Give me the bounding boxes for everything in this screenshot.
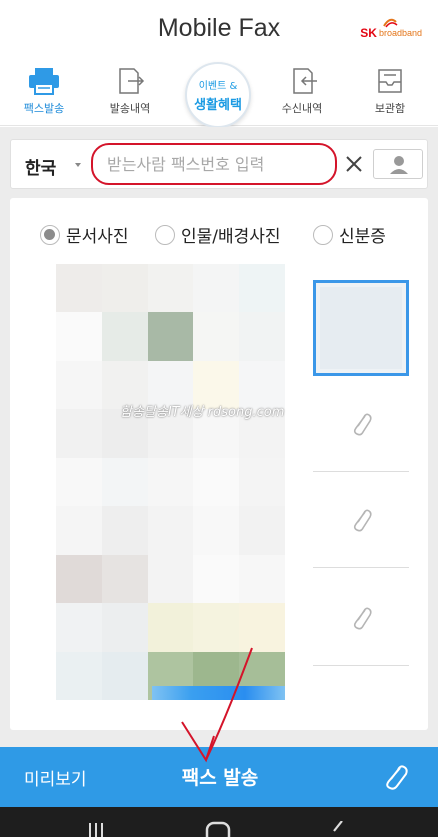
- nav-item-label: 팩스발송: [23, 102, 65, 115]
- system-nav-bar: [0, 807, 438, 837]
- thumbnail-image: [320, 287, 402, 369]
- person-icon: [390, 156, 408, 174]
- document-blue-strip: [152, 686, 285, 700]
- blurred-document: [56, 264, 285, 700]
- nav-item-fax-send[interactable]: 팩스발송: [14, 66, 74, 122]
- nav-item-label: 보관함: [374, 102, 406, 115]
- home-icon[interactable]: [204, 821, 232, 837]
- paperclip-icon: [353, 413, 372, 436]
- nav-item-label: 발송내역: [109, 102, 151, 115]
- paperclip-icon: [353, 509, 372, 532]
- top-nav: 팩스발송 발송내역 이벤트 & 생활혜택 수신내역 보관함: [0, 62, 438, 128]
- recipient-bar: 한국: [10, 139, 428, 189]
- photo-type-radio-group: 문서사진 인물/배경사진 신분증: [10, 222, 428, 248]
- app-header: Mobile Fax SK broadband: [0, 0, 438, 62]
- document-card: 문서사진 인물/배경사진 신분증: [10, 198, 428, 730]
- brand-sk: SK: [360, 26, 377, 40]
- nav-item-archive[interactable]: 보관함: [360, 66, 420, 122]
- radio-label: 신분증: [339, 227, 386, 247]
- nav-item-receive-history[interactable]: 수신내역: [272, 66, 332, 122]
- radio-circle: [155, 224, 175, 245]
- paperclip-icon[interactable]: [382, 763, 410, 791]
- radio-circle: [313, 224, 333, 245]
- watermark-text: 함송달송IT세상 rdsong.com: [120, 405, 285, 420]
- radio-label: 문서사진: [66, 227, 129, 247]
- archive-icon: [378, 69, 402, 93]
- radio-document-photo[interactable]: 문서사진: [40, 222, 129, 247]
- close-icon[interactable]: [343, 153, 365, 175]
- radio-label: 인물/배경사진: [181, 227, 281, 247]
- attach-slot-4[interactable]: [313, 570, 409, 666]
- nav-item-label: 수신내역: [281, 102, 323, 115]
- event-benefits-button[interactable]: 이벤트 & 생활혜택: [185, 62, 251, 128]
- bottom-action-bar: 미리보기 팩스 발송: [0, 747, 438, 807]
- send-history-icon: [119, 68, 145, 94]
- chevron-down-icon: [75, 163, 81, 167]
- document-preview-image: [56, 264, 285, 700]
- country-select[interactable]: 한국: [25, 154, 56, 179]
- radio-circle: [40, 224, 60, 245]
- nav-item-send-history[interactable]: 발송내역: [100, 66, 160, 122]
- fax-number-input[interactable]: [91, 143, 337, 185]
- brand-logo: SK broadband: [360, 26, 422, 40]
- recents-icon[interactable]: [86, 821, 106, 837]
- back-icon[interactable]: [330, 821, 346, 837]
- contacts-button[interactable]: [373, 149, 423, 179]
- send-fax-button[interactable]: 팩스 발송: [150, 763, 290, 790]
- event-line1: 이벤트 &: [198, 81, 238, 92]
- printer-icon: [29, 68, 59, 95]
- receive-history-icon: [293, 68, 317, 94]
- attach-slot-2[interactable]: [313, 376, 409, 472]
- event-line2: 생활혜택: [194, 98, 242, 113]
- brand-name: broadband: [378, 28, 422, 38]
- radio-id-card[interactable]: 신분증: [313, 222, 386, 247]
- paperclip-icon: [353, 607, 372, 630]
- page-thumbnail-1[interactable]: [313, 280, 409, 376]
- radio-person-background-photo[interactable]: 인물/배경사진: [155, 222, 281, 247]
- preview-button[interactable]: 미리보기: [24, 765, 87, 790]
- attach-slot-3[interactable]: [313, 472, 409, 568]
